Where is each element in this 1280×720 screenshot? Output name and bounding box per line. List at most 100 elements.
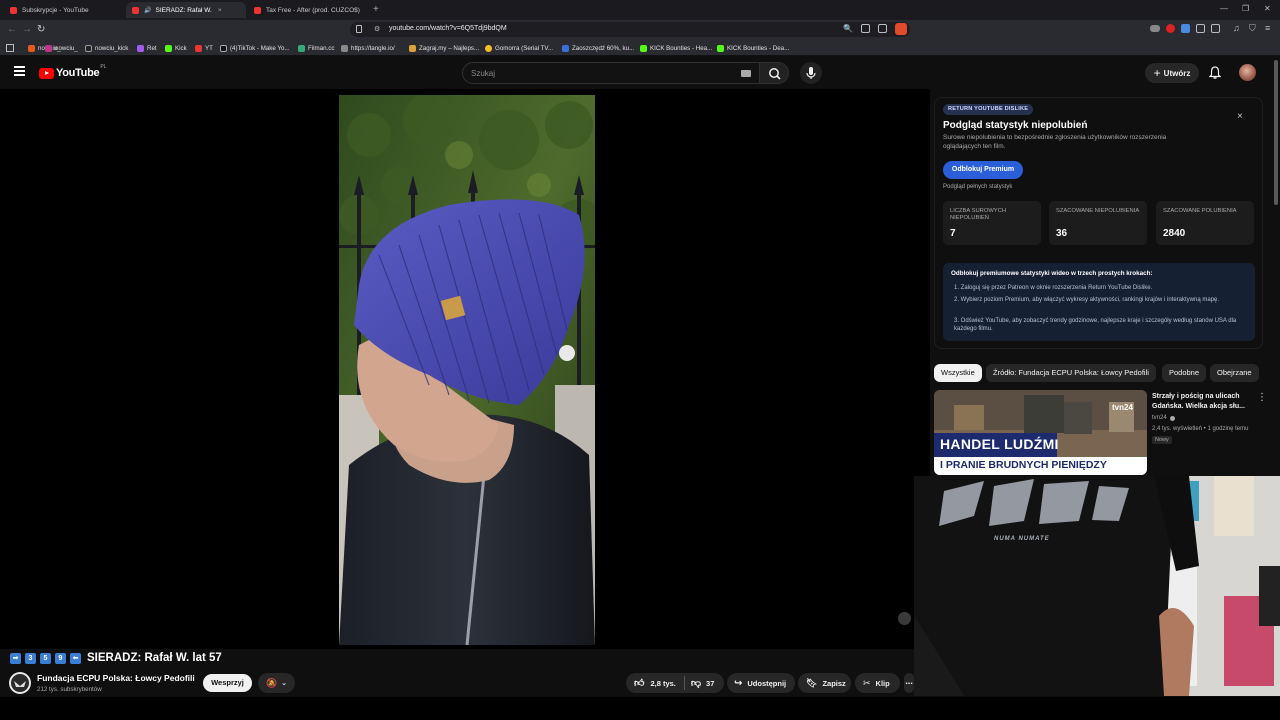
url-text[interactable]: youtube.com/watch?v=6Q5Tdj9bdQM xyxy=(389,25,507,32)
bookmark-page-icon[interactable] xyxy=(356,25,362,33)
preview-full-stats-link[interactable]: Podgląd pełnych statystyk xyxy=(943,184,1012,190)
site-info-icon[interactable]: ⚙ xyxy=(374,25,380,33)
sidebar-toggle-icon[interactable] xyxy=(1211,24,1220,33)
bookmark-item[interactable]: https://tangle.io/ xyxy=(341,43,395,53)
avatar[interactable] xyxy=(1239,64,1256,81)
chip-related[interactable]: Podobne xyxy=(1162,364,1207,382)
back-icon[interactable]: ← xyxy=(7,24,17,36)
reload-icon[interactable]: ↻ xyxy=(37,24,45,36)
bookmark-item[interactable]: KICK Bounties - Hea... xyxy=(640,43,712,53)
record-extension-icon[interactable] xyxy=(1166,24,1175,33)
close-window-icon[interactable]: ✕ xyxy=(1264,4,1271,13)
menu-icon[interactable]: ≡ xyxy=(1265,23,1270,33)
tab-current-video[interactable]: 🔊 SIERADZ: Rafał W. × xyxy=(126,2,246,18)
microphone-icon xyxy=(806,67,816,79)
youtube-logo[interactable]: YouTube PL xyxy=(39,64,107,79)
apps-grid-icon[interactable] xyxy=(6,44,14,52)
puzzle-extension-icon[interactable] xyxy=(1196,24,1205,33)
bookmark-item[interactable]: nowciu_ xyxy=(45,43,78,53)
shield-icon[interactable]: ⛉ xyxy=(1249,23,1256,34)
tab-tax-free[interactable]: Tax Free - After (prod. CUZCO$) xyxy=(248,2,370,18)
like-dislike-group: 👍︎ 2,8 tys. 👎︎ 37 xyxy=(626,673,724,693)
bookmark-item[interactable]: nowciu_kick xyxy=(85,43,128,53)
voice-search-button[interactable] xyxy=(800,62,822,84)
channel-avatar[interactable] xyxy=(9,672,31,694)
recommended-title[interactable]: Strzały i pościg na ulicach Gdańska. Wie… xyxy=(1152,392,1252,412)
create-label: Utwórz xyxy=(1163,68,1191,78)
speaker-icon[interactable]: 🔊 xyxy=(144,7,151,14)
video-frame[interactable] xyxy=(339,95,595,645)
keyboard-icon[interactable] xyxy=(741,70,751,77)
recommended-channel[interactable]: tvn24 xyxy=(1152,415,1175,421)
subscribed-bell-button[interactable]: 🔕 ⌄ xyxy=(258,673,295,693)
chip-source[interactable]: Źródło: Fundacja ECPU Polska: Łowcy Pedo… xyxy=(986,364,1156,382)
thumbs-down-icon[interactable]: 👎︎ xyxy=(691,677,701,689)
bookmark-item[interactable]: Ret xyxy=(137,43,157,53)
chip-all[interactable]: Wszystkie xyxy=(934,364,982,382)
page-scrollbar[interactable] xyxy=(1274,60,1278,205)
mouse-cursor-icon xyxy=(898,612,911,625)
extension-icon[interactable] xyxy=(1150,25,1160,32)
bookmark-item[interactable]: KICK Bounties - Dea... xyxy=(717,43,789,53)
brave-shield-icon[interactable] xyxy=(895,23,907,35)
streamer-webcam-overlay: NUMA NUMATE xyxy=(914,476,1280,696)
save-label: Zapisz xyxy=(822,678,846,688)
close-icon[interactable]: × xyxy=(1237,111,1243,122)
stat-label: Liczba surowych niepolubień xyxy=(950,208,1007,221)
video-title: SIERADZ: Rafał W. lat 57 xyxy=(87,652,222,664)
bookmark-item[interactable]: Filman.cc xyxy=(298,43,334,53)
create-button[interactable]: + Utwórz xyxy=(1145,63,1199,83)
stat-value: 36 xyxy=(1056,228,1068,239)
save-button[interactable]: 🔖︎ Zapisz xyxy=(798,673,851,693)
support-button[interactable]: Wesprzyj xyxy=(203,674,252,692)
region-code: PL xyxy=(100,64,107,70)
recommended-thumbnail[interactable]: HANDEL LUDŹMI I PRANIE BRUDNYCH PIENIĘDZ… xyxy=(934,390,1147,475)
media-icon[interactable]: ♫ xyxy=(1233,23,1240,33)
browser-tab-strip: Subskrypcje - YouTube 🔊 SIERADZ: Rafał W… xyxy=(0,0,1280,20)
youtube-play-logo-icon xyxy=(39,67,54,79)
notifications-bell-icon[interactable] xyxy=(1208,66,1222,84)
tvn24-logo: tvn24 xyxy=(1112,403,1133,412)
arrow-left-emoji-icon: ⬅ xyxy=(70,653,81,664)
tab-subscriptions[interactable]: Subskrypcje - YouTube xyxy=(4,2,124,18)
step-item: 3. Odśwież YouTube, aby zobaczyć trendy … xyxy=(954,318,1237,332)
dislike-count[interactable]: 37 xyxy=(706,679,714,688)
chevron-down-icon: ⌄ xyxy=(281,680,288,687)
hamburger-menu-icon[interactable] xyxy=(14,66,25,76)
maximize-icon[interactable]: ❐ xyxy=(1242,4,1249,13)
chip-watched[interactable]: Obejrzane xyxy=(1210,364,1259,382)
unlock-premium-button[interactable]: Odblokuj Premium xyxy=(943,161,1023,179)
share-button[interactable]: ↪ Udostępnij xyxy=(727,673,795,693)
bookmark-item[interactable]: Zaoszczędź 60%, ku... xyxy=(562,43,634,53)
more-options-icon[interactable]: ⋮ xyxy=(1257,392,1267,403)
step-item: 2. Wybierz poziom Premium, aby włączyć w… xyxy=(954,297,1220,303)
minimize-icon[interactable]: — xyxy=(1220,4,1228,13)
tab-title: SIERADZ: Rafał W. xyxy=(155,6,212,14)
scissors-icon: ✂ xyxy=(863,677,871,688)
share-page-icon[interactable] xyxy=(878,24,887,33)
arrow-right-emoji-icon: ➡ xyxy=(10,653,21,664)
channel-name[interactable]: Fundacja ECPU Polska: Łowcy Pedofili xyxy=(37,673,195,683)
forward-icon[interactable]: → xyxy=(22,24,32,36)
clip-button[interactable]: ✂ Klip xyxy=(855,673,900,693)
bookmark-item[interactable]: Gomorra (Serial TV... xyxy=(485,43,553,53)
like-count[interactable]: 2,8 tys. xyxy=(650,679,675,688)
new-tab-button[interactable]: + xyxy=(373,4,379,15)
thumbs-up-icon[interactable]: 👍︎ xyxy=(634,677,644,689)
translate-extension-icon[interactable] xyxy=(1181,24,1190,33)
search-button[interactable] xyxy=(759,62,789,84)
divider xyxy=(683,676,685,690)
bookmark-item[interactable]: Kick xyxy=(165,43,187,53)
subscriber-count: 212 tys. subskrybentów xyxy=(37,686,102,693)
bookmark-item[interactable]: YT xyxy=(195,43,213,53)
stat-raw-dislikes: Liczba surowych niepolubień 7 xyxy=(943,201,1041,245)
more-actions-button[interactable]: ⋯ xyxy=(904,673,914,693)
more-horizontal-icon: ⋯ xyxy=(905,678,913,688)
thumbnail-subheadline: I PRANIE BRUDNYCH PIENIĘDZY xyxy=(940,459,1107,471)
bookmark-item[interactable]: (4)TikTok - Make Yo... xyxy=(220,43,290,53)
cast-icon[interactable] xyxy=(861,24,870,33)
zoom-icon[interactable]: 🔍 xyxy=(843,24,853,33)
close-tab-icon[interactable]: × xyxy=(218,7,222,14)
search-input[interactable]: Szukaj xyxy=(462,62,760,84)
bookmark-item[interactable]: Zagraj.my – Najleps... xyxy=(409,43,479,53)
